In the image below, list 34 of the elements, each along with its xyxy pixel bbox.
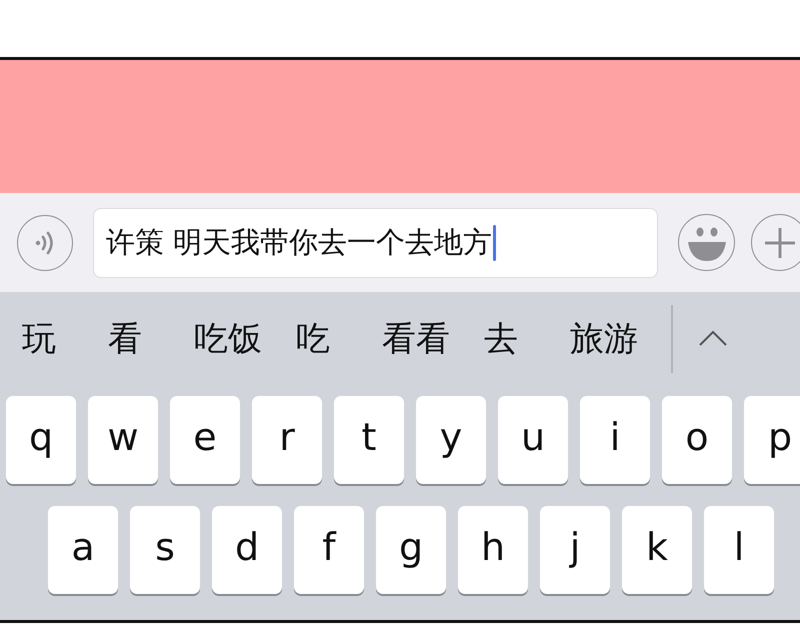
letter-key[interactable]: g bbox=[376, 506, 446, 594]
letter-key[interactable]: l bbox=[704, 506, 774, 594]
candidate-word[interactable]: 旅游 bbox=[570, 316, 638, 362]
message-field[interactable]: 许策 明天我带你去一个去地方 bbox=[93, 208, 658, 278]
plus-icon bbox=[762, 226, 796, 260]
candidate-word[interactable]: 吃 bbox=[296, 316, 330, 362]
letter-key[interactable]: u bbox=[498, 396, 568, 484]
voice-button[interactable] bbox=[17, 214, 73, 270]
letter-key[interactable]: f bbox=[294, 506, 364, 594]
letter-key[interactable]: d bbox=[212, 506, 282, 594]
candidate-word[interactable]: 玩 bbox=[22, 316, 56, 362]
letter-key[interactable]: t bbox=[334, 396, 404, 484]
letter-key[interactable]: e bbox=[170, 396, 240, 484]
sound-wave-icon bbox=[34, 230, 56, 256]
letter-key[interactable]: q bbox=[6, 396, 76, 484]
letter-key[interactable]: p bbox=[744, 396, 800, 484]
candidate-word[interactable]: 看 bbox=[108, 316, 142, 362]
letter-key[interactable]: a bbox=[48, 506, 118, 594]
letter-key[interactable]: h bbox=[458, 506, 528, 594]
letter-key[interactable]: w bbox=[88, 396, 158, 484]
candidate-word[interactable]: 去 bbox=[484, 316, 518, 362]
letter-key[interactable]: s bbox=[130, 506, 200, 594]
letter-key[interactable]: i bbox=[580, 396, 650, 484]
letter-key[interactable]: y bbox=[416, 396, 486, 484]
letter-key[interactable]: r bbox=[252, 396, 322, 484]
chevron-up-icon[interactable] bbox=[698, 328, 728, 348]
add-button[interactable] bbox=[751, 214, 800, 271]
letter-key[interactable]: k bbox=[622, 506, 692, 594]
letter-key[interactable]: j bbox=[540, 506, 610, 594]
candidate-word[interactable]: 看看 bbox=[382, 316, 450, 362]
emoji-button[interactable] bbox=[678, 214, 735, 271]
message-text: 许策 明天我带你去一个去地方 bbox=[106, 224, 492, 260]
letter-key[interactable]: o bbox=[662, 396, 732, 484]
candidate-word[interactable]: 吃饭 bbox=[194, 316, 262, 362]
